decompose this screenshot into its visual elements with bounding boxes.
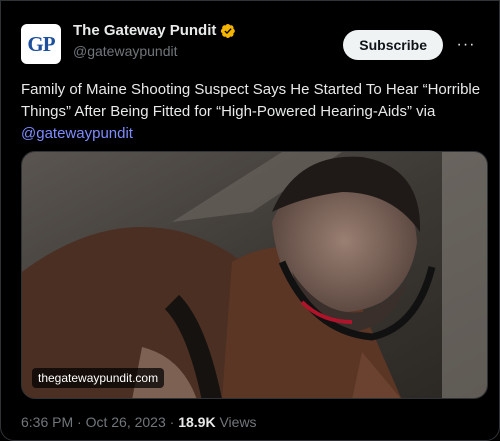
handle[interactable]: @gatewaypundit	[73, 43, 236, 59]
more-options-icon[interactable]: ···	[453, 35, 479, 55]
name-row: The Gateway Pundit	[73, 22, 236, 39]
verified-badge-icon	[221, 23, 236, 38]
tweet-image[interactable]: thegatewaypundit.com	[21, 151, 488, 399]
mention-link[interactable]: @gatewaypundit	[21, 125, 133, 142]
tweet-text: Family of Maine Shooting Suspect Says He…	[21, 79, 491, 145]
views-label: Views	[219, 414, 257, 430]
subscribe-button[interactable]: Subscribe	[343, 30, 443, 60]
tweet-meta: 6:36 PM · Oct 26, 2023 · 18.9K Views	[21, 414, 257, 430]
tweet-body: Family of Maine Shooting Suspect Says He…	[21, 81, 481, 120]
views-count: 18.9K	[178, 414, 216, 430]
tweet-header: GP The Gateway Pundit @gatewaypundit Sub…	[17, 19, 481, 67]
avatar-logo-text: GP	[27, 31, 55, 56]
avatar[interactable]: GP	[21, 24, 61, 64]
tweet-card[interactable]: GP The Gateway Pundit @gatewaypundit Sub…	[0, 0, 500, 441]
image-watermark: thegatewaypundit.com	[32, 368, 165, 388]
tweet-time[interactable]: 6:36 PM	[21, 414, 73, 430]
meta-separator-2: ·	[165, 414, 179, 430]
tweet-date[interactable]: Oct 26, 2023	[86, 414, 166, 430]
display-name[interactable]: The Gateway Pundit	[73, 22, 216, 39]
surveillance-photo	[22, 152, 487, 398]
meta-separator: ·	[73, 414, 86, 430]
author-info: The Gateway Pundit @gatewaypundit	[73, 22, 236, 59]
